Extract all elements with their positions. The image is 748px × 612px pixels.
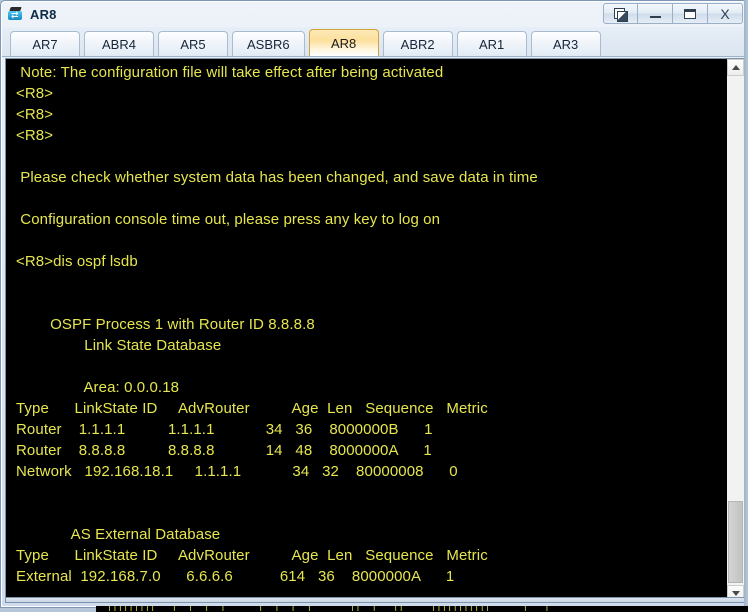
tab-label: ABR2 [400, 36, 435, 52]
terminal-line: <R8> [16, 127, 54, 144]
terminal-line: Router 8.8.8.8 8.8.8.8 14 48 8000000A 1 [16, 442, 432, 459]
minimize-icon [649, 16, 661, 18]
tab-abr4[interactable]: ABR4 [84, 31, 154, 56]
terminal-line: Configuration console time out, please p… [16, 211, 441, 228]
restore-button[interactable] [603, 3, 638, 24]
router-device-icon: ⇄ [7, 6, 25, 22]
terminal-line: Network 192.168.18.1 1.1.1.1 34 32 80000… [16, 463, 458, 480]
horizontal-scrollbar[interactable] [5, 597, 745, 603]
device-tab-bar: AR7 ABR4 AR5 ASBR6 AR8 ABR2 AR1 AR3 [2, 27, 747, 57]
scroll-up-button[interactable] [727, 59, 744, 76]
terminal-line: <R8> [16, 106, 54, 123]
tab-label: ASBR6 [247, 36, 290, 52]
terminal-line: Note: The configuration file will take e… [16, 64, 444, 81]
tab-label: AR8 [330, 35, 357, 51]
terminal-line: <R8>dis ospf lsdb [16, 253, 138, 270]
terminal-line: Link State Database [16, 337, 222, 354]
minimize-button[interactable] [638, 3, 673, 24]
terminal-line: Please check whether system data has bee… [16, 169, 538, 186]
close-button[interactable]: X [708, 3, 743, 24]
terminal-line: Type LinkState ID AdvRouter Age Len Sequ… [16, 400, 488, 417]
scroll-track[interactable] [727, 76, 744, 585]
terminal-line: Type LinkState ID AdvRouter Age Len Sequ… [16, 547, 488, 564]
terminal-line: Router 1.1.1.1 1.1.1.1 34 36 8000000B 1 [16, 421, 433, 438]
chevron-up-icon [731, 65, 740, 70]
tab-ar7[interactable]: AR7 [10, 31, 80, 56]
tab-ar3[interactable]: AR3 [530, 31, 601, 56]
tab-label: AR7 [32, 36, 58, 52]
tab-label: AR1 [478, 36, 505, 52]
terminal-window: ⇄ AR8 X AR7 ABR4 AR5 ASBR6 AR8 ABR2 AR1 … [0, 0, 748, 608]
terminal-line: Area: 0.0.0.18 [16, 379, 180, 396]
terminal-output[interactable]: Note: The configuration file will take e… [6, 59, 726, 602]
terminal-line: External 192.168.7.0 6.6.6.6 614 36 8000… [16, 568, 455, 585]
console-area: Note: The configuration file will take e… [5, 58, 745, 603]
tab-asbr6[interactable]: ASBR6 [232, 31, 305, 56]
tab-ar1[interactable]: AR1 [456, 31, 527, 56]
terminal-line: AS External Database [16, 526, 221, 543]
window-controls: X [603, 3, 743, 24]
tab-abr2[interactable]: ABR2 [382, 31, 453, 56]
terminal-line: <R8> [16, 85, 54, 102]
maximize-button[interactable] [673, 3, 708, 24]
window-title: AR8 [30, 6, 57, 22]
scroll-thumb[interactable] [728, 501, 743, 583]
maximize-icon [684, 8, 696, 19]
restore-window-icon [614, 7, 628, 22]
terminal-line: OSPF Process 1 with Router ID 8.8.8.8 [16, 316, 315, 333]
close-icon: X [720, 5, 730, 22]
tab-label: AR3 [552, 36, 579, 52]
tab-ar5[interactable]: AR5 [158, 31, 228, 56]
tab-label: ABR4 [102, 36, 136, 52]
background-window-text: ||||||||| | | | | | | | | || | || ||||||… [96, 606, 550, 612]
title-bar[interactable]: ⇄ AR8 X [1, 1, 747, 27]
background-window-sliver: ||||||||| | | | | | | | | || | || ||||||… [96, 606, 748, 612]
tab-label: AR5 [180, 36, 206, 52]
chevron-down-icon [731, 591, 740, 596]
desktop-background [744, 0, 748, 608]
vertical-scrollbar[interactable] [726, 59, 744, 602]
tab-ar8[interactable]: AR8 [308, 29, 379, 56]
